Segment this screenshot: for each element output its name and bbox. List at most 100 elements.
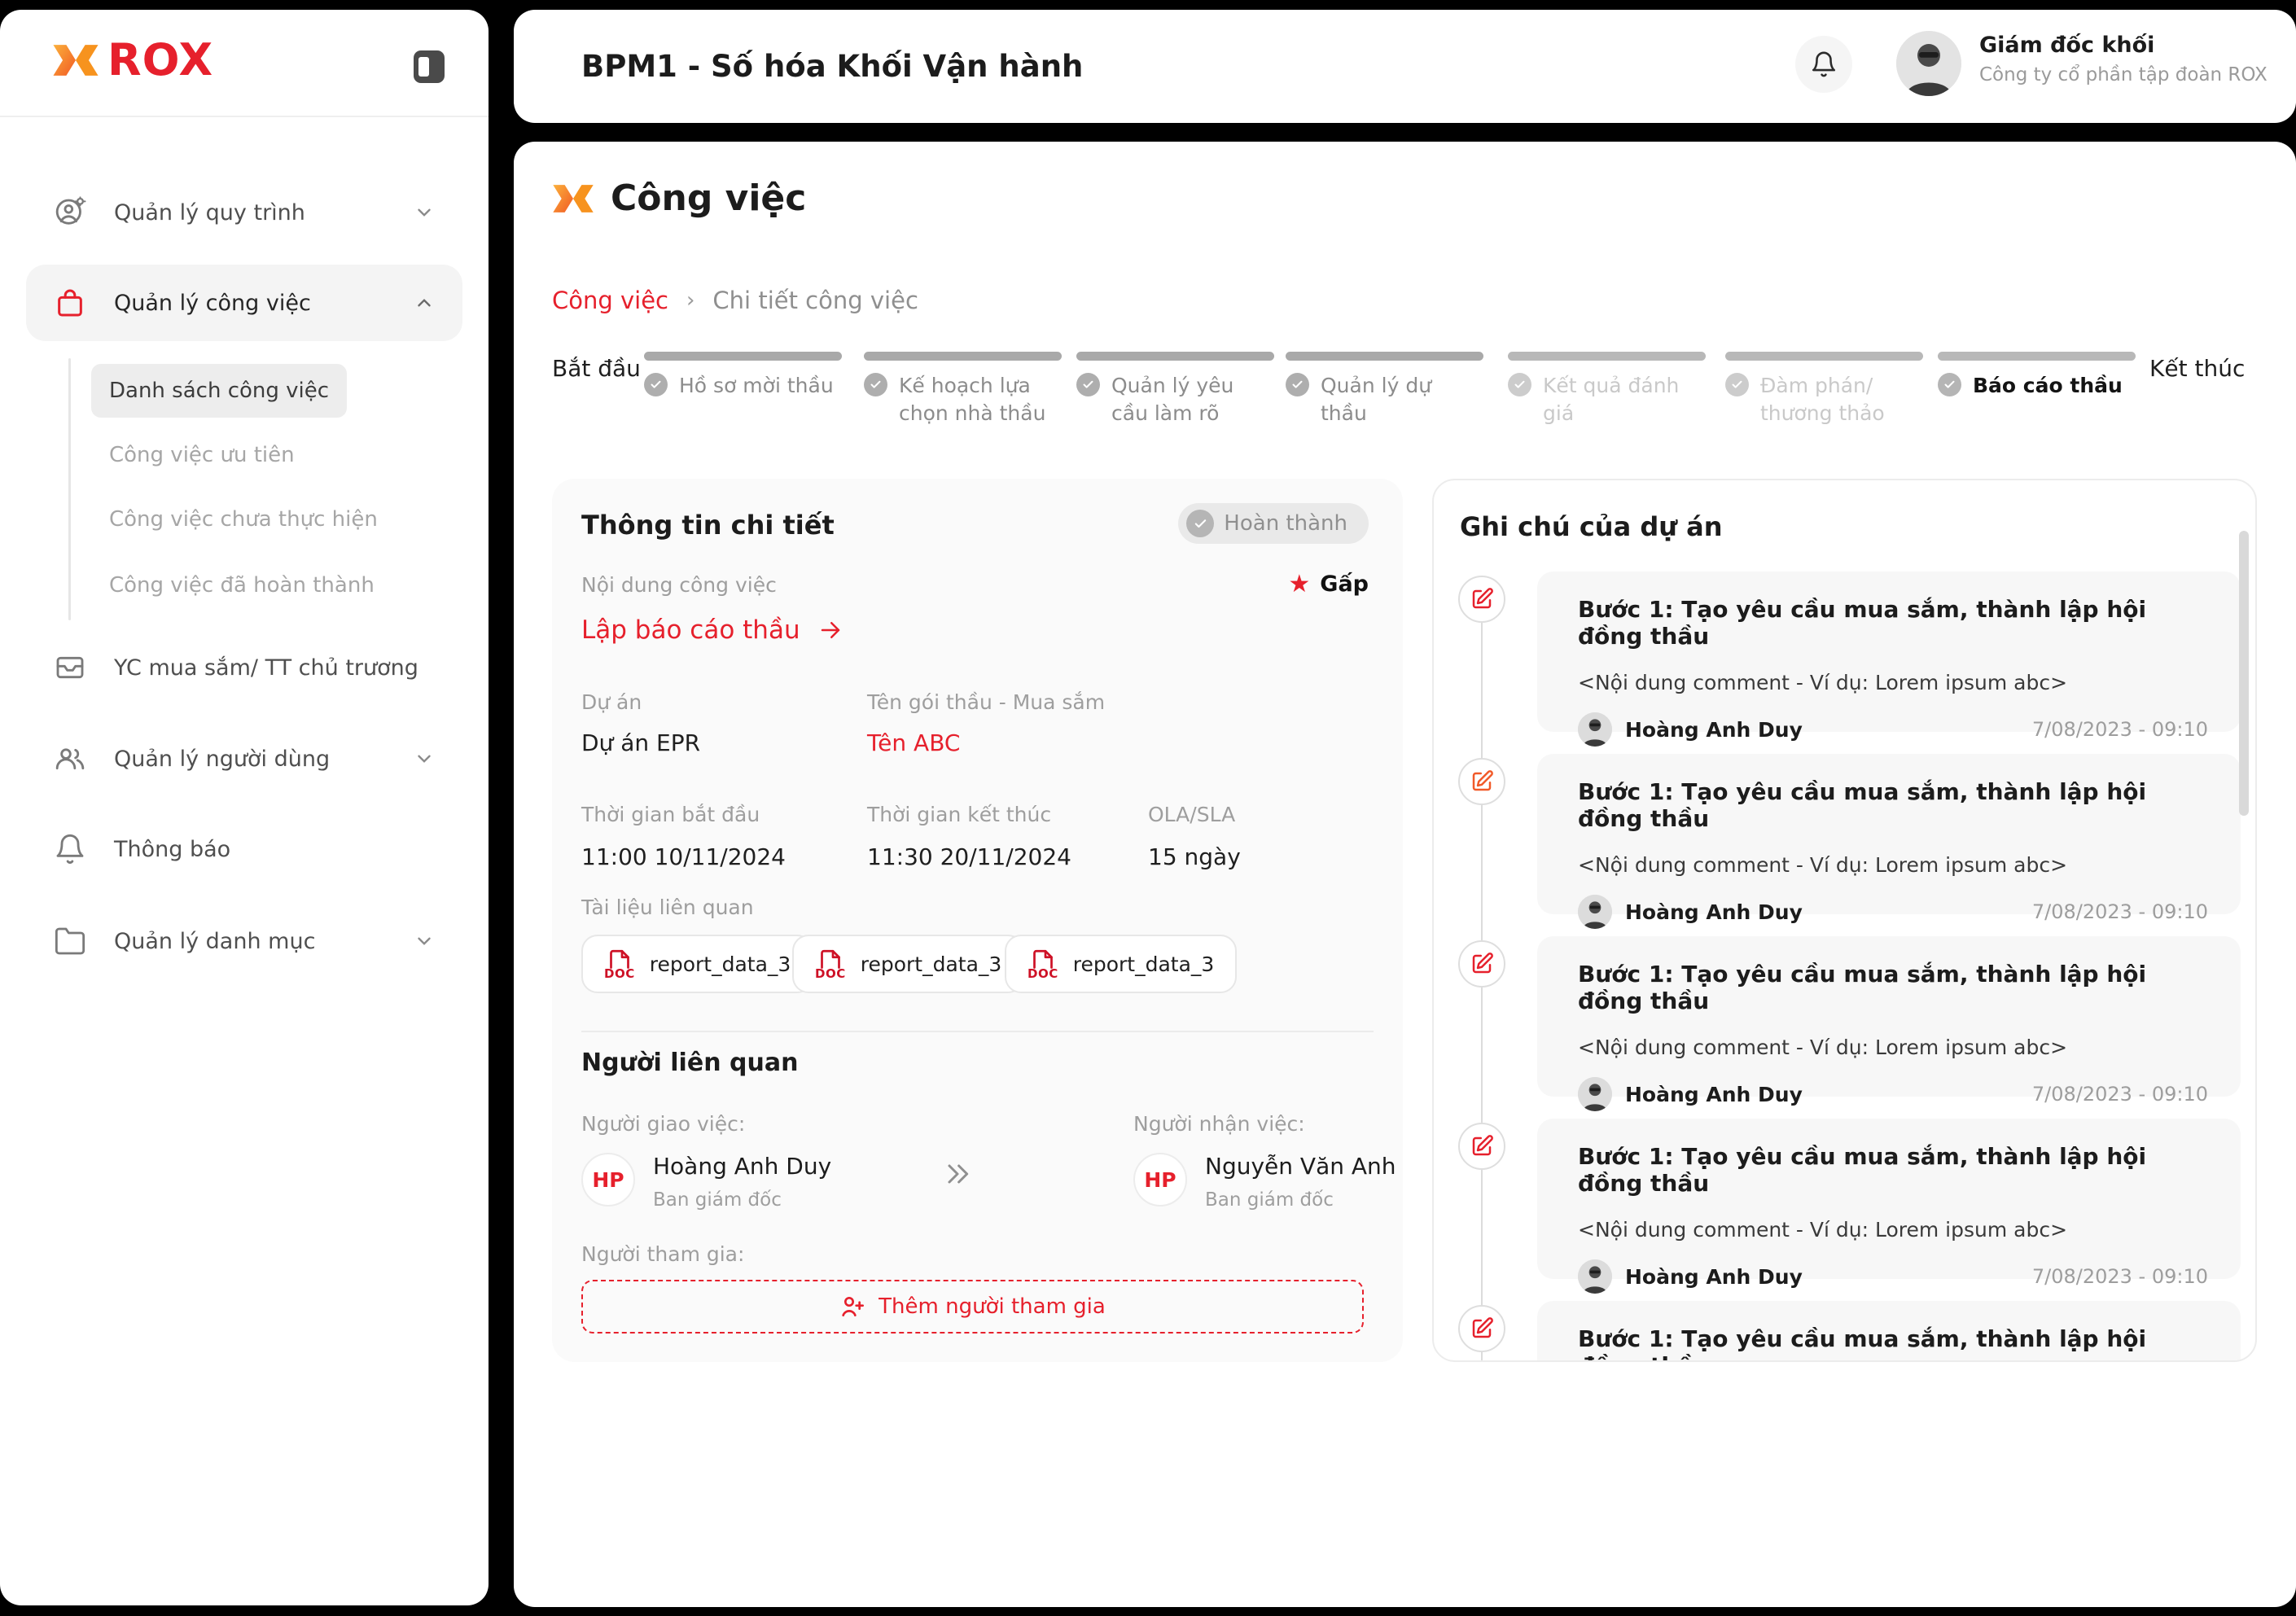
document-chip[interactable]: DOC report_data_3 [581,935,813,993]
add-participant-button[interactable]: Thêm người tham gia [581,1280,1364,1334]
assignee-role: Ban giám đốc [1205,1189,1396,1211]
note-author: Hoàng Anh Duy [1625,900,1803,924]
arrow-right-icon [817,618,844,642]
stepper-start-label: Bắt đầu [552,355,641,382]
note-title: Bước 1: Tạo yêu cầu mua sắm, thành lập h… [1578,778,2208,832]
rox-logo-text: ROX [107,34,213,85]
avatar [1578,1077,1612,1111]
sidebar-subitem-cong-viec-chua-thuc-hien[interactable]: Công việc chưa thực hiện [91,493,396,546]
document-chip[interactable]: DOC report_data_3 [792,935,1024,993]
priority-label: Gấp [1320,572,1369,597]
sidebar-item-label: Thông báo [114,837,230,862]
detail-card: Thông tin chi tiết Hoàn thành Nội dung c… [552,479,1403,1362]
check-circle-icon [864,373,887,396]
step-bar [1286,352,1483,361]
notification-bell-button[interactable] [1795,36,1852,93]
rox-x-logo-icon [52,39,99,81]
sla-value: 15 ngày [1148,843,1241,870]
double-chevron-icon [940,1158,975,1190]
note-author: Hoàng Anh Duy [1625,718,1803,742]
sidebar-item-thong-bao[interactable]: Thông báo [26,811,462,887]
note-timestamp: 7/08/2023 - 09:10 [2032,900,2208,923]
documents-label: Tài liệu liên quan [581,896,754,919]
edit-square-icon [1458,1305,1505,1352]
step-label: Kết quả đánh giá [1543,372,1706,427]
note-comment: <Nội dung comment - Ví dụ: Lorem ipsum a… [1578,1036,2208,1059]
sidebar-item-quan-ly-danh-muc[interactable]: Quản lý danh mục [26,903,462,979]
bell-icon [1810,50,1838,78]
step-bar [1938,352,2136,361]
chevron-down-icon [414,931,435,952]
edit-square-icon [1458,576,1505,623]
edit-square-icon [1458,1123,1505,1170]
sidebar-item-quan-ly-nguoi-dung[interactable]: Quản lý người dùng [26,720,462,797]
assigner-role: Ban giám đốc [653,1189,831,1211]
notes-card-title: Ghi chú của dự án [1460,511,1723,542]
note-title: Bước 1: Tạo yêu cầu mua sắm, thành lập h… [1578,596,2208,650]
note-author: Hoàng Anh Duy [1625,1265,1803,1289]
notes-card: Ghi chú của dự án Bước 1: Tạo yêu cầu mu… [1432,479,2257,1362]
user-role-label: Giám đốc khối [1979,33,2268,58]
user-gear-icon [54,196,86,229]
step-ket-qua-danh-gia: Kết quả đánh giá [1508,352,1706,427]
package-label: Tên gói thầu - Mua sắm [867,690,1105,714]
note-comment: <Nội dung comment - Ví dụ: Lorem ipsum a… [1578,853,2208,877]
step-label: Hồ sơ mời thầu [679,372,834,400]
note-author: Hoàng Anh Duy [1625,1083,1803,1106]
assigner-label: Người giao việc: [581,1112,745,1136]
chevron-down-icon [414,202,435,223]
note-comment: <Nội dung comment - Ví dụ: Lorem ipsum a… [1578,1218,2208,1242]
note-item: Bước 1: Tạo yêu cầu mua sắm, thành lập h… [1537,1301,2241,1362]
breadcrumb: Công việc › Chi tiết công việc [552,287,918,314]
page-title: Công việc [552,177,806,219]
note-timestamp: 7/08/2023 - 09:10 [2032,1083,2208,1106]
sidebar: ROX Quản lý quy trình [0,10,489,1605]
sidebar-subitem-danh-sach-cong-viec[interactable]: Danh sách công việc [91,364,347,418]
note-item: Bước 1: Tạo yêu cầu mua sắm, thành lập h… [1537,1119,2241,1279]
sidebar-subitem-cong-viec-uu-tien[interactable]: Công việc ưu tiên [91,428,313,482]
check-circle-icon [1186,510,1214,537]
notes-scrollbar[interactable] [2239,531,2249,816]
sidebar-item-quan-ly-quy-trinh[interactable]: Quản lý quy trình [26,174,462,251]
main-panel: Công việc Công việc › Chi tiết công việc… [514,142,2296,1607]
user-menu[interactable]: Giám đốc khối Công ty cổ phần tập đoàn R… [1979,33,2268,85]
users-icon [54,742,86,775]
note-timestamp: 7/08/2023 - 09:10 [2032,718,2208,741]
user-org-label: Công ty cổ phần tập đoàn ROX [1979,64,2268,85]
priority-flag: ★ Gấp [1288,570,1369,598]
check-circle-icon [1938,373,1961,396]
step-label: Quản lý dự thầu [1321,372,1483,427]
assigner-name: Hoàng Anh Duy [653,1153,831,1180]
rox-x-page-icon [552,180,594,217]
breadcrumb-cong-viec[interactable]: Công việc [552,287,668,314]
user-avatar[interactable] [1896,31,1961,96]
sidebar-collapse-icon[interactable] [414,50,445,83]
sidebar-item-quan-ly-cong-viec[interactable]: Quản lý công việc [26,265,462,341]
sidebar-subitem-cong-viec-da-hoan-thanh[interactable]: Công việc đã hoàn thành [91,558,392,612]
end-time-value: 11:30 20/11/2024 [867,843,1071,870]
step-bar [1725,352,1923,361]
chevron-down-icon [414,748,435,769]
step-dam-phan-thuong-thao: Đàm phán/ thương thảo [1725,352,1923,427]
sidebar-item-label: Quản lý danh mục [114,929,315,954]
step-bar [864,352,1062,361]
status-badge: Hoàn thành [1178,503,1369,544]
briefcase-icon [54,287,86,319]
assignee-label: Người nhận việc: [1133,1112,1305,1136]
breadcrumb-chi-tiet: Chi tiết công việc [712,287,918,314]
step-ke-hoach-lua-chon: Kế hoạch lựa chọn nhà thầu [864,352,1062,427]
document-chip[interactable]: DOC report_data_3 [1005,935,1237,993]
step-bao-cao-thau: Báo cáo thầu [1938,352,2136,400]
sidebar-item-yc-mua-sam[interactable]: YC mua sắm/ TT chủ trương [26,629,462,706]
page-title-text: Công việc [611,177,806,219]
top-header: BPM1 - Số hóa Khối Vận hành Giám đốc khố… [514,10,2296,123]
package-value-link[interactable]: Tên ABC [867,729,960,756]
sidebar-item-label: Quản lý quy trình [114,200,305,226]
document-name: report_data_3 [861,953,1002,976]
task-link[interactable]: Lập báo cáo thầu [581,615,844,645]
avatar: HP [581,1153,635,1207]
star-icon: ★ [1288,570,1310,598]
app-title: BPM1 - Số hóa Khối Vận hành [581,10,1083,123]
folder-icon [54,925,86,957]
submenu-rail [68,358,71,620]
